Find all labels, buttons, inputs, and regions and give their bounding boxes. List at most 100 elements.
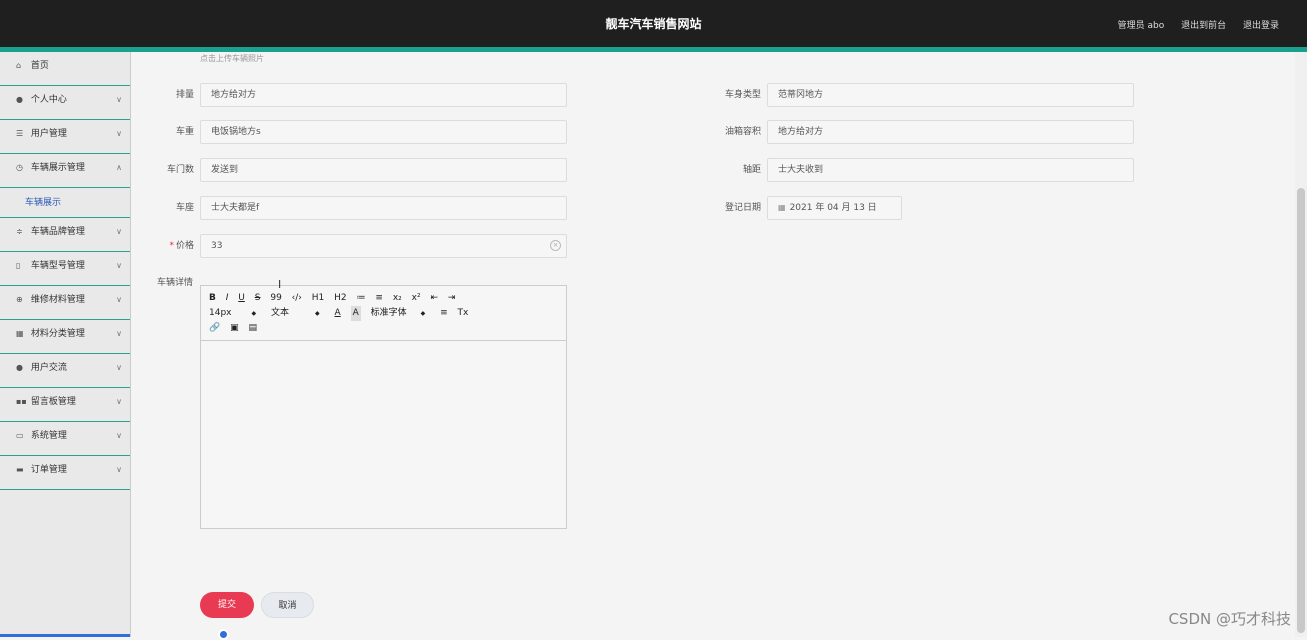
video-icon[interactable]: ▤ [248,321,257,336]
sidebar-item-orders[interactable]: ▬ 订单管理 ∨ [0,456,130,490]
tag-icon: ▯ [16,261,21,270]
font-family-select[interactable]: 标准字体 ◆ [371,306,426,321]
bold-button[interactable]: B [209,291,216,306]
grid-icon: ▦ [16,329,24,338]
sidebar-item-materials[interactable]: ⊕ 维修材料管理 ∨ [0,286,130,320]
seats-label: 车座 [175,203,194,213]
price-input[interactable]: 33 [200,234,567,258]
sidebar-subitem-vehicle-display[interactable]: 车辆展示 [0,188,130,218]
seats-field: 车座 士大夫都是f [176,196,567,220]
required-mark: * [169,241,174,251]
sidebar-item-users[interactable]: ☰ 用户管理 ∨ [0,120,130,154]
chevron-down-icon: ∨ [116,363,122,372]
chevron-down-icon: ∨ [116,295,122,304]
clear-icon[interactable]: × [550,240,561,251]
page-scrollbar[interactable] [1295,52,1307,637]
reg-date-input[interactable]: ▦ 2021 年 04 月 13 日 [767,196,902,220]
sidebar-item-message-board[interactable]: ▪▪ 留言板管理 ∨ [0,388,130,422]
sidebar-item-brands[interactable]: ≑ 车辆品牌管理 ∨ [0,218,130,252]
cancel-button[interactable]: 取消 [261,592,314,618]
wheelbase-field: 轴距 士大夫收到 [743,158,1134,182]
sidebar-item-material-categories[interactable]: ▦ 材料分类管理 ∨ [0,320,130,354]
scrollbar-thumb[interactable] [1297,188,1305,633]
bullet-list-button[interactable]: ≡ [375,291,383,306]
chevron-down-icon: ∨ [116,227,122,236]
outdent-button[interactable]: ⇤ [430,291,438,306]
ordered-list-button[interactable]: ≔ [357,291,366,306]
chevron-down-icon: ∨ [116,397,122,406]
price-label: * 价格 [169,241,194,251]
doors-input[interactable]: 发送到 [200,158,567,182]
subscript-button[interactable]: x₂ [393,291,402,306]
background-color-button[interactable]: A [350,306,361,321]
sidebar-item-user-exchange[interactable]: ● 用户交流 ∨ [0,354,130,388]
form-content: 点击上传车辆照片 排量 地方给对方 车身类型 范蒂冈地方 车重 电饭锅地方s 油… [143,52,1295,637]
reg-date-label: 登记日期 [724,203,761,213]
toolbar-row-3: 🔗 ▣ ▤ [209,321,558,336]
sidebar-item-models[interactable]: ▯ 车辆型号管理 ∨ [0,252,130,286]
toolbar-row-2: 14px ◆ 文本 ◆ A A 标准字体 ◆ ≡ Tx [209,306,558,321]
sidebar-item-profile[interactable]: ● 个人中心 ∨ [0,86,130,120]
align-button[interactable]: ≡ [440,306,448,321]
chevron-down-icon: ∨ [116,261,122,270]
h1-button[interactable]: H1 [312,291,325,306]
displacement-field: 排量 地方给对方 [176,83,567,107]
weight-input[interactable]: 电饭锅地方s [200,120,567,144]
displacement-input[interactable]: 地方给对方 [200,83,567,107]
chat-icon: ▬ [16,465,24,474]
back-to-front-link[interactable]: 退出到前台 [1181,21,1226,31]
reg-date-field: 登记日期 ▦ 2021 年 04 月 13 日 [725,196,902,220]
block-type-select[interactable]: 文本 ◆ [271,306,320,321]
displacement-label: 排量 [175,90,194,100]
rich-text-editor: B I U S 99 ‹/› H1 H2 ≔ ≡ x₂ x² ⇤ ⇥ 14px ◆… [200,285,567,529]
submit-button[interactable]: 提交 [200,592,254,618]
italic-button[interactable]: I [226,291,229,306]
upload-hint[interactable]: 点击上传车辆照片 [200,53,264,64]
list-icon: ☰ [16,129,24,138]
link-icon[interactable]: 🔗 [209,321,220,336]
globe-icon: ⊕ [16,295,23,304]
text-cursor-icon: I [278,278,282,291]
fuel-capacity-input[interactable]: 地方给对方 [767,120,1134,144]
indent-button[interactable]: ⇥ [448,291,456,306]
seats-input[interactable]: 士大夫都是f [200,196,567,220]
editor-body[interactable] [201,341,566,528]
image-icon[interactable]: ▣ [230,321,239,336]
body-type-input[interactable]: 范蒂冈地方 [767,83,1134,107]
underline-button[interactable]: U [238,291,245,306]
sidebar-item-vehicle-display[interactable]: ◷ 车辆展示管理 ∧ [0,154,130,188]
font-color-button[interactable]: A [335,306,341,321]
doors-field: 车门数 发送到 [167,158,567,182]
strike-button[interactable]: S [255,291,261,306]
body-type-field: 车身类型 范蒂冈地方 [725,83,1134,107]
superscript-button[interactable]: x² [412,291,421,306]
fuel-capacity-label: 油箱容积 [724,127,761,137]
h2-button[interactable]: H2 [334,291,347,306]
chevron-down-icon: ∨ [116,465,122,474]
sidebar-item-system[interactable]: ▭ 系统管理 ∨ [0,422,130,456]
user-icon: ● [16,363,23,372]
sidebar-item-home[interactable]: ⌂ 首页 [0,52,130,86]
quote-button[interactable]: 99 [270,291,281,306]
wheelbase-input[interactable]: 士大夫收到 [767,158,1134,182]
logout-link[interactable]: 退出登录 [1243,21,1279,31]
select-arrows-icon: ◆ [251,310,257,317]
reg-date-value: 2021 年 04 月 13 日 [789,203,877,213]
weight-field: 车重 电饭锅地方s [176,120,567,144]
chevron-down-icon: ∨ [116,431,122,440]
wheelbase-label: 轴距 [742,165,761,175]
clear-format-button[interactable]: Tx [458,306,469,321]
body-type-label: 车身类型 [724,90,761,100]
user-icon: ● [16,95,23,104]
select-arrows-icon: ◆ [420,310,426,317]
sidebar: ⌂ 首页 ● 个人中心 ∨ ☰ 用户管理 ∨ ◷ 车辆展示管理 ∧ 车辆展示 ≑… [0,52,131,637]
select-arrows-icon: ◆ [315,310,320,317]
code-button[interactable]: ‹/› [292,291,302,306]
editor-toolbar: B I U S 99 ‹/› H1 H2 ≔ ≡ x₂ x² ⇤ ⇥ 14px ◆… [201,286,566,341]
apps-icon: ▪▪ [16,397,27,406]
weight-label: 车重 [175,127,194,137]
chevron-down-icon: ∨ [116,95,122,104]
doors-label: 车门数 [166,165,194,175]
font-size-select[interactable]: 14px ◆ [209,306,256,321]
message-icon: ▭ [16,431,24,440]
